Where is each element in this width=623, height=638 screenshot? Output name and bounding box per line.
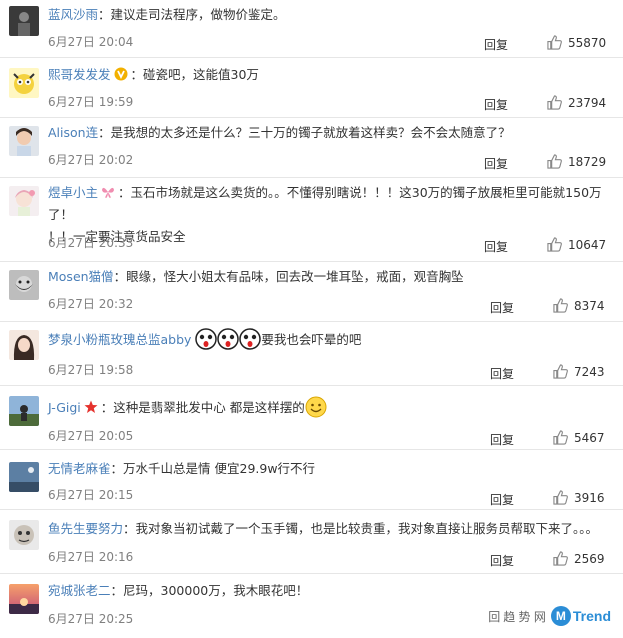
comment-text: ：是我想的太多还是什么？三十万的镯子就放着这样卖？会不会太随意了？ [98, 125, 511, 140]
like-count: 18729 [568, 154, 607, 169]
shocked-emoji-icon [195, 328, 218, 350]
verified-badge-icon [114, 67, 128, 81]
watermark-brand: Trend [572, 608, 611, 624]
comment-text: ：万水千山总是情 便宜29.9w行不行 [110, 461, 316, 476]
comment-time: 6月27日 20:04 [48, 35, 134, 49]
comment-item: 无情老麻雀：万水千山总是情 便宜29.9w行不行 6月27日 20:15 回复 … [0, 450, 623, 510]
reply-button[interactable]: 回复 [490, 431, 514, 448]
like-count: 23794 [568, 95, 607, 110]
username-link[interactable]: 熙哥发发发 [48, 67, 111, 82]
smile-emoji-icon [305, 396, 327, 418]
comment-text: ：眼缘，怪大小姐太有品味，回去改一堆耳坠，戒面，观音胸坠 [113, 269, 464, 284]
avatar[interactable] [9, 186, 39, 216]
star-badge-icon [84, 400, 98, 413]
watermark-prefix: 回 [488, 609, 501, 624]
comment-text: ：尼玛，300000万，我木眼花吧！ [110, 583, 309, 598]
avatar[interactable] [9, 330, 39, 360]
like-count: 2569 [574, 551, 605, 566]
comment-item: 熙哥发发发 ：碰瓷吧，这能值30万 6月27日 19:59 回复 23794 [0, 58, 623, 118]
like-count: 5467 [574, 430, 605, 445]
like-count: 10647 [568, 237, 607, 252]
comment-item: J-Gigi ：这种是翡翠批发中心 都是这样摆的 6月27日 20:05 回复 5… [0, 386, 623, 450]
shocked-emoji-icon [239, 328, 262, 350]
avatar[interactable] [9, 68, 39, 98]
username-link[interactable]: 无情老麻雀 [48, 461, 111, 476]
like-count: 55870 [568, 35, 607, 50]
reply-button[interactable]: 回复 [484, 238, 508, 255]
reply-button[interactable]: 回复 [484, 36, 508, 53]
comment-item: 鱼先生要努力：我对象当初试戴了一个玉手镯，也是比较贵重，我对象直接让服务员帮取下… [0, 510, 623, 574]
username-link[interactable]: Mosen猫僧 [48, 269, 114, 284]
comment-time: 6月27日 20:15 [48, 488, 134, 502]
like-count: 7243 [574, 364, 605, 379]
like-button[interactable]: 18729 [547, 154, 606, 169]
username-link[interactable]: J-Gigi [48, 400, 81, 415]
avatar[interactable] [9, 520, 39, 550]
thumbs-up-icon [553, 364, 568, 379]
comment-time: 6月27日 19:59 [48, 95, 134, 109]
like-button[interactable]: 55870 [547, 35, 606, 50]
reply-button[interactable]: 回复 [484, 96, 508, 113]
avatar[interactable] [9, 462, 39, 492]
username-link[interactable]: 梦泉小粉瓶玫瑰总监abby [48, 332, 191, 347]
comment-text: ：玉石市场就是这么卖货的。。不懂得别瞎说！！！这30万的镯子放展柜里可能就150… [48, 185, 602, 222]
username-link[interactable]: 煜卓小主 [48, 185, 98, 200]
username-link[interactable]: 宛城张老二 [48, 583, 111, 598]
reply-button[interactable]: 回复 [490, 552, 514, 569]
avatar[interactable] [9, 126, 39, 156]
comment-item: 蓝风沙雨：建议走司法程序，做物价鉴定。 6月27日 20:04 回复 55870 [0, 0, 623, 58]
avatar[interactable] [9, 270, 39, 300]
comment-time: 6月27日 20:05 [48, 429, 134, 443]
reply-button[interactable]: 回复 [490, 365, 514, 382]
username-link[interactable]: 鱼先生要努力 [48, 521, 123, 536]
thumbs-up-icon [553, 551, 568, 566]
thumbs-up-icon [547, 95, 562, 110]
like-button[interactable]: 2569 [553, 551, 605, 566]
comment-text: 要我也会吓晕的吧 [261, 332, 362, 347]
thumbs-up-icon [553, 298, 568, 313]
comment-time: 6月27日 20:02 [48, 153, 134, 167]
like-count: 3916 [574, 490, 605, 505]
thumbs-up-icon [553, 490, 568, 505]
avatar[interactable] [9, 6, 39, 36]
comment-time: 6月27日 20:16 [48, 550, 134, 564]
like-button[interactable]: 10647 [547, 237, 606, 252]
reply-button[interactable]: 回复 [490, 299, 514, 316]
comment-time: 6月27日 20:32 [48, 297, 134, 311]
comment-time: 6月27日 20:33 [48, 236, 134, 250]
avatar[interactable] [9, 396, 39, 426]
comment-item: Mosen猫僧：眼缘，怪大小姐太有品味，回去改一堆耳坠，戒面，观音胸坠 6月27… [0, 262, 623, 322]
shocked-emoji-icon [217, 328, 240, 350]
watermark-site: 趋 势 网 [503, 609, 546, 624]
username-link[interactable]: 蓝风沙雨 [48, 7, 98, 22]
reply-button[interactable]: 回复 [490, 491, 514, 508]
comment-item: 煜卓小主 ：玉石市场就是这么卖货的。。不懂得别瞎说！！！这30万的镯子放展柜里可能… [0, 178, 623, 262]
comment-time: 6月27日 20:25 [48, 612, 134, 626]
comment-text: ：这种是翡翠批发中心 都是这样摆的 [100, 400, 305, 415]
comment-item: Alison连：是我想的太多还是什么？三十万的镯子就放着这样卖？会不会太随意了？… [0, 118, 623, 178]
watermark-logo-icon: M [550, 606, 571, 626]
comment-time: 6月27日 19:58 [48, 363, 134, 377]
like-button[interactable]: 23794 [547, 95, 606, 110]
thumbs-up-icon [553, 430, 568, 445]
avatar[interactable] [9, 584, 39, 614]
like-count: 8374 [574, 298, 605, 313]
comment-text: ：碰瓷吧，这能值30万 [130, 67, 259, 82]
thumbs-up-icon [547, 237, 562, 252]
comment-feed: 蓝风沙雨：建议走司法程序，做物价鉴定。 6月27日 20:04 回复 55870… [0, 0, 623, 638]
thumbs-up-icon [547, 154, 562, 169]
butterfly-badge-icon [102, 187, 115, 198]
like-button[interactable]: 8374 [553, 298, 605, 313]
comment-item: 梦泉小粉瓶玫瑰总监abby 要我也会吓晕的吧 6月27日 19:58 回复 72… [0, 322, 623, 386]
site-watermark: 回 趋 势 网 M Trend [488, 606, 611, 626]
like-button[interactable]: 7243 [553, 364, 605, 379]
reply-button[interactable]: 回复 [484, 155, 508, 172]
like-button[interactable]: 3916 [553, 490, 605, 505]
comment-text: ：我对象当初试戴了一个玉手镯，也是比较贵重，我对象直接让服务员帮取下来了。。。 [123, 521, 599, 536]
like-button[interactable]: 5467 [553, 430, 605, 445]
username-link[interactable]: Alison连 [48, 125, 98, 140]
comment-text: ：建议走司法程序，做物价鉴定。 [98, 7, 286, 22]
thumbs-up-icon [547, 35, 562, 50]
